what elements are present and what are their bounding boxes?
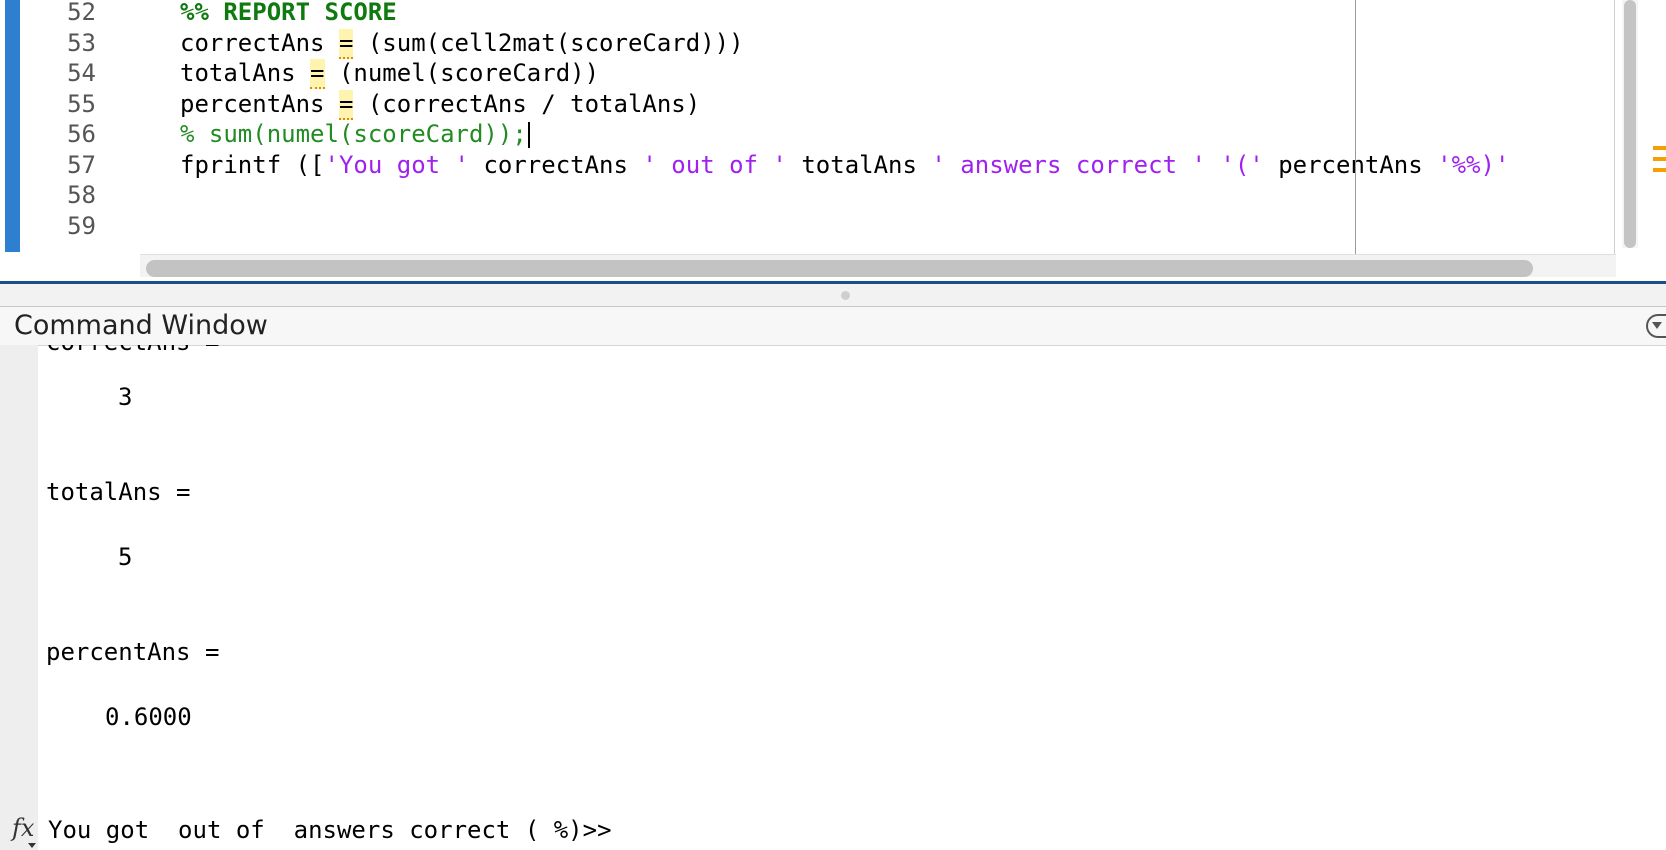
editor-focus-bar <box>5 0 20 252</box>
line-number: 58 <box>67 181 96 209</box>
panel-menu-icon[interactable] <box>1646 314 1666 338</box>
line-number: 57 <box>67 150 96 179</box>
command-window-title: Command Window <box>14 310 268 341</box>
splitter-grip-icon[interactable] <box>841 291 850 300</box>
output-line: 3 <box>118 383 133 411</box>
command-prompt-line[interactable]: You got out of answers correct ( %)>> <box>48 810 612 850</box>
code-token: (sum(cell2mat(scoreCard))) <box>353 28 744 57</box>
analyzer-warning[interactable]: = <box>338 89 354 120</box>
line-number: 53 <box>67 28 96 57</box>
warning-marker-icon[interactable] <box>1653 146 1666 184</box>
code-token: (numel(scoreCard)) <box>324 59 600 87</box>
code-area[interactable]: %% REPORT SCORE correctAns = (sum(cell2ma… <box>140 0 1509 256</box>
command-output: correctAns = 3 totalAns = 5 percentAns = 0.60… <box>38 345 1666 805</box>
text-cursor <box>527 122 530 148</box>
editor-right-border <box>1614 0 1615 254</box>
line-number: 54 <box>67 59 96 87</box>
code-token: 'You got ' <box>324 150 470 179</box>
command-window-gutter <box>0 345 38 850</box>
code-token: correctAns <box>469 150 643 179</box>
code-token: fprintf ([ <box>180 150 325 179</box>
output-line: 5 <box>118 543 133 571</box>
output-line: correctAns = <box>46 345 219 358</box>
analyzer-warning[interactable]: = <box>310 59 325 89</box>
code-token: totalAns <box>786 150 932 179</box>
code-token: ' answers correct ' <box>931 150 1206 179</box>
vertical-scrollbar-thumb[interactable] <box>1624 0 1636 248</box>
code-token: ' out of ' <box>642 150 787 179</box>
code-token: percentAns <box>180 89 339 118</box>
code-token: %% REPORT SCORE <box>180 0 397 26</box>
right-margin-line <box>1355 0 1356 254</box>
panel-splitter[interactable] <box>0 284 1666 306</box>
code-line[interactable]: % sum(numel(scoreCard)); <box>180 118 530 150</box>
line-number: 52 <box>67 0 96 26</box>
code-token: percentAns <box>1263 150 1438 179</box>
code-line[interactable]: correctAns = (sum(cell2mat(scoreCard))) <box>180 27 744 59</box>
line-number: 55 <box>67 89 96 118</box>
code-line[interactable]: fprintf (['You got ' correctAns ' out of… <box>180 149 1509 181</box>
code-line[interactable]: totalAns = (numel(scoreCard)) <box>180 57 599 89</box>
output-line: 0.6000 <box>105 703 192 731</box>
output-line: totalAns = <box>46 478 191 506</box>
analyzer-warning[interactable]: = <box>338 28 354 59</box>
code-line[interactable]: %% REPORT SCORE <box>180 0 397 28</box>
function-browser-icon[interactable]: fx <box>12 813 40 848</box>
code-token: correctAns <box>180 28 339 57</box>
code-token: (correctAns / totalAns) <box>353 89 701 118</box>
code-token: '(' <box>1220 150 1264 179</box>
line-number: 59 <box>67 211 96 240</box>
code-token: % sum(numel(scoreCard)); <box>180 120 527 148</box>
output-line: percentAns = <box>46 638 220 666</box>
code-token: totalAns <box>180 59 311 87</box>
line-number-gutter: 52 53 54 55 56 57 58 59 <box>20 0 140 285</box>
horizontal-scrollbar-thumb[interactable] <box>146 260 1533 277</box>
code-token: '%%)' <box>1437 150 1510 179</box>
code-line[interactable]: percentAns = (correctAns / totalAns) <box>180 88 700 120</box>
line-number: 56 <box>67 120 96 148</box>
